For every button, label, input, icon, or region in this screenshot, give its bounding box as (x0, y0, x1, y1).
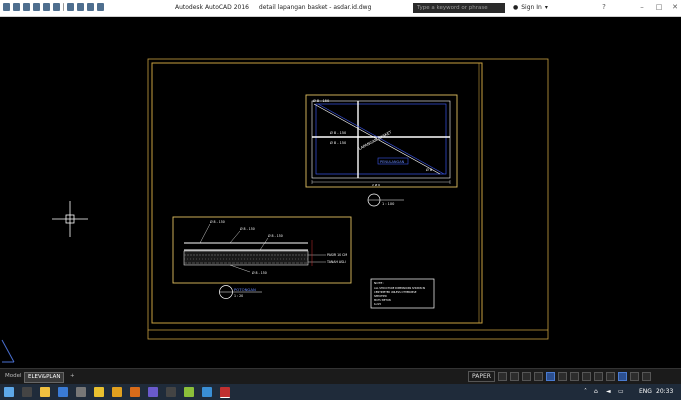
save-as-icon[interactable] (43, 3, 50, 11)
plan-title-scale: 1 : 100 (382, 202, 394, 206)
toolbar-divider (63, 3, 64, 11)
plan-mid-label: Ø 8 - 150 (330, 130, 346, 135)
save-icon[interactable] (33, 3, 40, 11)
section-scale: 1 : 20 (234, 294, 243, 298)
chevron-down-icon[interactable] (97, 3, 104, 11)
annotation-scale-icon[interactable] (581, 371, 591, 381)
window-title: Autodesk AutoCAD 2016 detail lapangan ba… (175, 4, 379, 11)
plan-mid-label-2: Ø 8 - 150 (330, 140, 346, 145)
help-icon[interactable]: ? (600, 3, 608, 11)
firefox-icon[interactable] (130, 387, 140, 397)
isolate-objects-icon[interactable] (617, 371, 627, 381)
paper-space-toggle[interactable]: PAPER (468, 370, 495, 382)
battery-icon[interactable]: ▭ (618, 388, 624, 395)
task-view-icon[interactable] (22, 387, 32, 397)
ortho-icon[interactable] (521, 371, 531, 381)
user-icon: ● (513, 4, 519, 11)
clock[interactable]: 20:33 (656, 388, 673, 395)
app-menu-icon[interactable] (3, 3, 10, 11)
start-icon[interactable] (4, 387, 14, 397)
volume-icon[interactable]: ◄ (606, 388, 611, 395)
notes-line-4: MUTU BETON (374, 298, 391, 302)
polar-icon[interactable] (533, 371, 543, 381)
store-icon[interactable] (58, 387, 68, 397)
undo-icon[interactable] (67, 3, 74, 11)
app-icon-2[interactable] (184, 387, 194, 397)
plan-right-label: Ø 8 (426, 167, 432, 172)
section-label-1: Ø 8 - 150 (210, 219, 225, 224)
section-label-2: Ø 8 - 150 (240, 226, 255, 231)
terminal-icon[interactable] (166, 387, 176, 397)
plan-detail (305, 94, 458, 188)
crosshair-cursor (52, 201, 88, 237)
plan-blue-label: PENULANGAN (380, 160, 405, 164)
app-icon-3[interactable] (202, 387, 212, 397)
chrome-icon[interactable] (112, 387, 122, 397)
media-app-icon[interactable] (148, 387, 158, 397)
plus-icon[interactable] (605, 371, 615, 381)
drawing-canvas[interactable]: Ø 8 - 150 Ø 8 - 150 Ø 8 - 150 LAPANGAN B… (0, 17, 681, 368)
section-right-label-2: TANAH ASLI (326, 260, 346, 264)
notes-title: NOTE : (374, 281, 384, 285)
section-label-3: Ø 8 - 150 (268, 233, 283, 238)
windows-taskbar: ˄ ⌂ ◄ ▭ ENG 20:33 (0, 384, 681, 400)
autocad-taskbar-icon[interactable] (220, 387, 230, 398)
lineweight-icon[interactable] (569, 371, 579, 381)
notes-line-2: CENTIMETER UNLESS OTHERWISE (374, 290, 417, 294)
maximize-icon[interactable]: □ (655, 3, 663, 11)
customization-menu-icon[interactable] (641, 371, 651, 381)
new-file-icon[interactable] (13, 3, 20, 11)
title-bar: Autodesk AutoCAD 2016 detail lapangan ba… (0, 0, 681, 17)
notes-line-5: K-225 (374, 302, 381, 306)
osnap-icon[interactable] (545, 371, 555, 381)
chevron-up-icon[interactable]: ˄ (584, 388, 587, 395)
section-right-label-1: PASIR 10 CM (327, 253, 347, 257)
chevron-down-icon: ▾ (544, 4, 548, 11)
otrack-icon[interactable] (557, 371, 567, 381)
print-icon[interactable] (53, 3, 60, 11)
minimize-icon[interactable]: – (638, 3, 646, 11)
app-title: Autodesk AutoCAD 2016 (175, 4, 249, 11)
sign-in-area[interactable]: ● Sign In ▾ (513, 4, 548, 11)
tab-elev-plan[interactable]: ELEV&PLAN (24, 372, 65, 383)
file-title: detail lapangan basket - asdar.id.dwg (258, 4, 372, 11)
drawing-area[interactable]: Ø 8 - 150 Ø 8 - 150 Ø 8 - 150 LAPANGAN B… (0, 17, 681, 368)
notes-app-icon[interactable] (94, 387, 104, 397)
notes-line-3: SPECIFIED (374, 294, 387, 298)
plan-top-label: Ø 8 - 150 (313, 98, 329, 103)
app-icon[interactable] (76, 387, 86, 397)
language-indicator[interactable]: ENG (639, 388, 652, 395)
hardware-acceleration-icon[interactable] (629, 371, 639, 381)
file-explorer-icon[interactable] (40, 387, 50, 397)
add-layout-button[interactable]: + (67, 372, 78, 381)
plan-bottom-dimension: 2 Ø 6 (372, 182, 380, 187)
network-icon[interactable]: ⌂ (594, 388, 598, 395)
tab-model[interactable]: Model (2, 372, 25, 381)
quick-access-toolbar (3, 3, 104, 11)
ucs-icon (1, 339, 15, 363)
close-icon[interactable]: ✕ (671, 3, 679, 11)
sign-in-label: Sign In (521, 4, 542, 11)
plan-diagonal-label: LAPANGAN BASKET (358, 129, 393, 151)
workspace-gear-icon[interactable] (593, 371, 603, 381)
status-bar: PAPER (468, 370, 651, 382)
open-file-icon[interactable] (23, 3, 30, 11)
section-bottom-label: Ø 8 - 150 (252, 270, 267, 275)
section-title: POTONGAN (234, 287, 256, 292)
snap-icon[interactable] (509, 371, 519, 381)
grid-icon[interactable] (497, 371, 507, 381)
redo-icon[interactable] (77, 3, 84, 11)
search-input[interactable]: Type a keyword or phrase (413, 3, 505, 13)
notes-line-1: ALL STRUCTURE DIMENSIONS SHOWN IN (374, 286, 425, 290)
share-icon[interactable] (87, 3, 94, 11)
